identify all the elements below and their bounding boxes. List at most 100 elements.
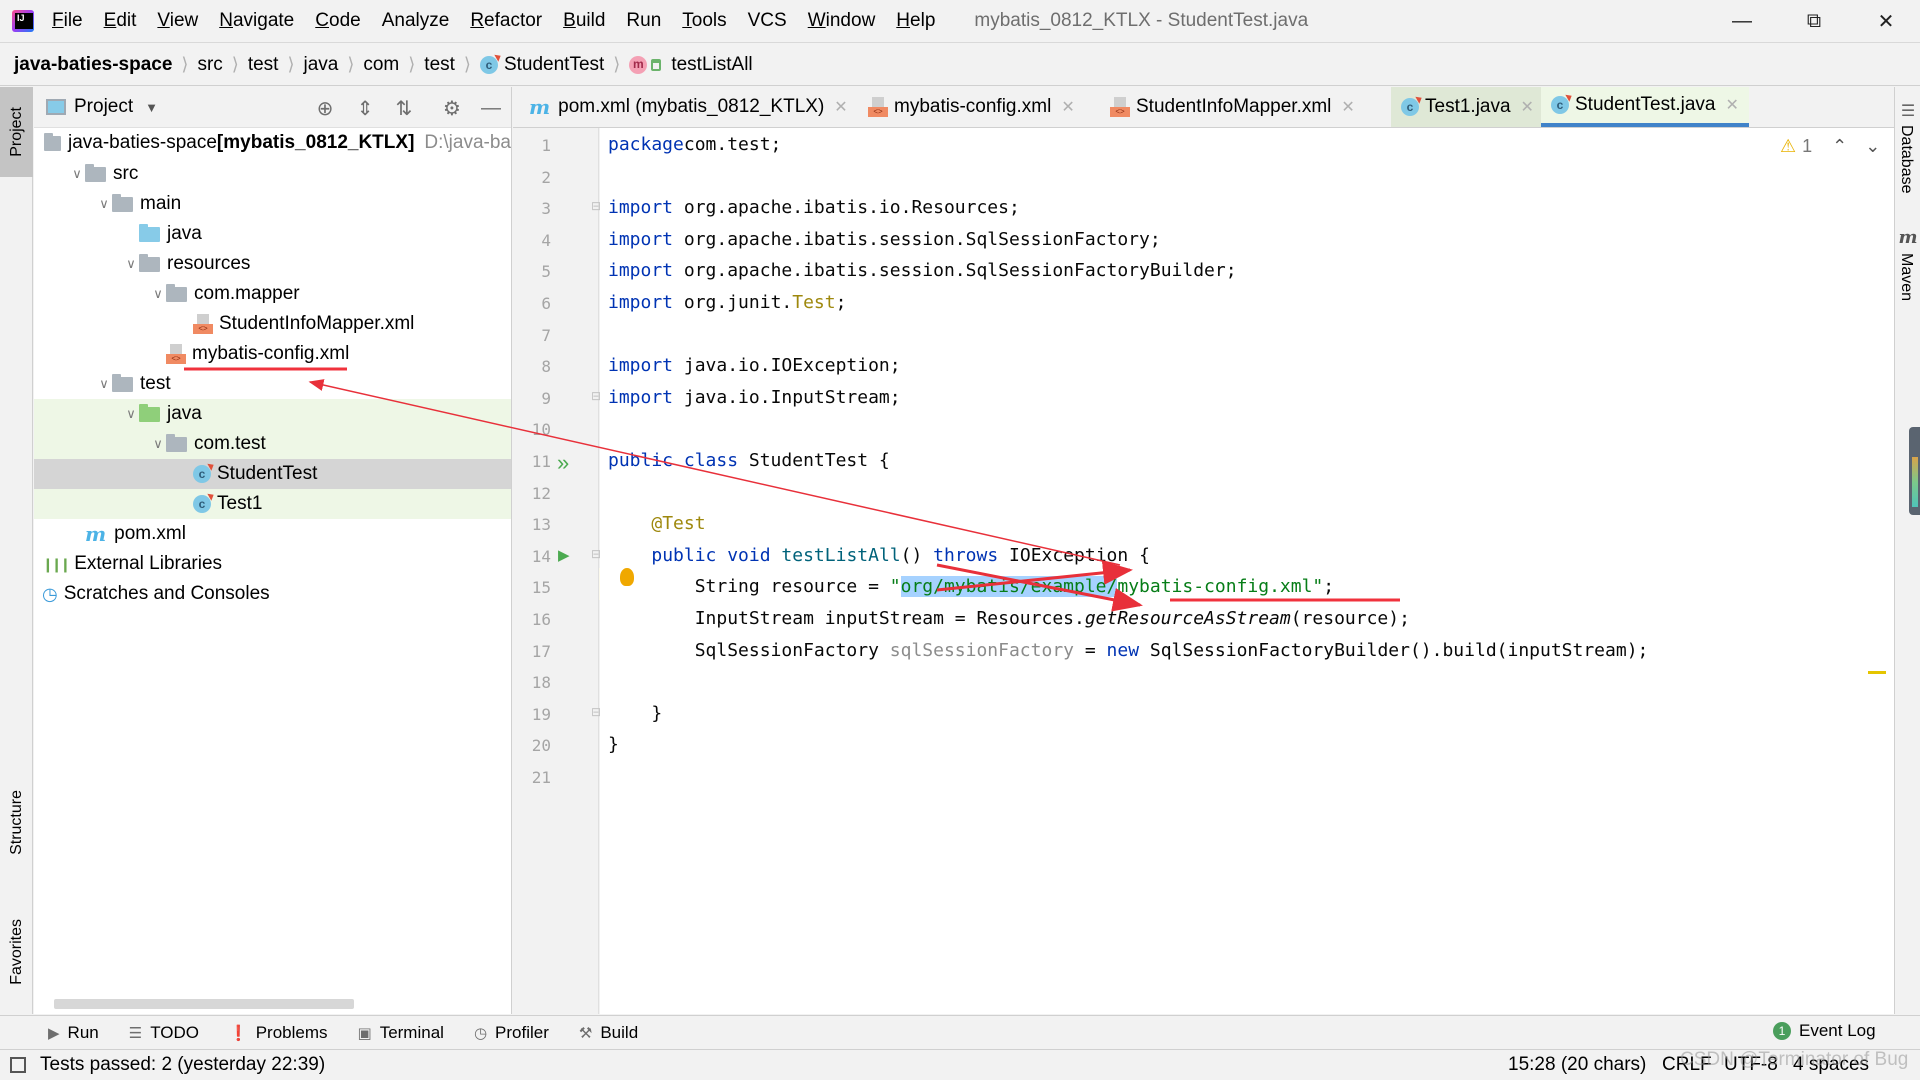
project-tool-tab[interactable]: Project [0,87,33,177]
tree-row[interactable]: c StudentTest [34,459,511,489]
breadcrumb-test-package[interactable]: test [424,54,455,76]
code-line[interactable]: SqlSessionFactory sqlSessionFactory = ne… [608,640,1649,661]
locate-file-icon[interactable]: ⊕ [312,95,338,121]
code-line[interactable]: } [608,703,662,724]
structure-tool-tab[interactable]: Structure [0,767,33,877]
breadcrumb-test[interactable]: test [248,54,279,76]
code-line[interactable]: import java.io.IOException; [608,355,901,376]
memory-indicator[interactable] [1909,427,1920,515]
close-button[interactable]: ✕ [1856,0,1916,43]
caret-position[interactable]: 15:28 (20 chars) [1508,1054,1646,1076]
breadcrumb-class[interactable]: c StudentTest [479,54,604,76]
restore-button[interactable]: ⧉ [1784,0,1844,43]
menu-build[interactable]: Build [563,10,605,32]
code-line[interactable]: import org.junit.Test; [608,292,846,313]
menu-file[interactable]: File [52,10,83,32]
tool-window-terminal[interactable]: ▣ Terminal [358,1023,444,1043]
menu-analyze[interactable]: Analyze [382,10,450,32]
menu-help[interactable]: Help [896,10,935,32]
code-line[interactable]: InputStream inputStream = Resources.getR… [608,608,1410,629]
close-tab-icon[interactable]: ✕ [1521,97,1534,117]
menu-tools[interactable]: Tools [682,10,726,32]
breadcrumb-src[interactable]: src [197,54,222,76]
warning-stripe-marker[interactable] [1868,671,1886,674]
database-tool-tab[interactable]: Database [1897,125,1915,194]
tree-row[interactable]: StudentInfoMapper.xml [34,309,511,339]
chevron-down-icon[interactable]: ∨ [96,196,112,212]
tree-row[interactable]: ∨ src [34,159,511,189]
menu-navigate[interactable]: Navigate [219,10,294,32]
tree-row[interactable]: ∨ test [34,369,511,399]
tree-row[interactable]: java [34,219,511,249]
tree-row[interactable]: c Test1 [34,489,511,519]
next-highlight-icon[interactable]: ⌄ [1865,136,1880,157]
breadcrumb-java[interactable]: java [303,54,338,76]
expand-all-icon[interactable]: ⇕ [352,95,378,121]
run-test-icon[interactable]: ▶ [558,546,570,564]
menu-refactor[interactable]: Refactor [470,10,542,32]
chevron-down-icon[interactable]: ∨ [150,286,166,302]
tool-window-problems[interactable]: ❗ Problems [229,1023,328,1043]
tool-window-build[interactable]: ⚒ Build [579,1023,638,1043]
editor-tab[interactable]: c Test1.java ✕ [1391,87,1544,127]
status-message[interactable]: Tests passed: 2 (yesterday 22:39) [40,1054,325,1076]
menu-view[interactable]: View [157,10,198,32]
run-class-icon[interactable]: » [557,450,569,476]
code-line[interactable]: import java.io.InputStream; [608,387,901,408]
tree-row[interactable]: mybatis-config.xml [34,339,511,369]
editor-tab[interactable]: mybatis-config.xml ✕ [858,87,1085,127]
tree-row[interactable]: ◷ Scratches and Consoles [34,579,511,609]
event-log-button[interactable]: 1 Event Log [1773,1021,1876,1041]
code-line[interactable]: String resource = "org/mybatis/example/m… [608,576,1334,598]
tree-row[interactable]: ❙❙❙ External Libraries [34,549,511,579]
tree-row[interactable]: ∨ java [34,399,511,429]
gear-icon[interactable]: ⚙ [439,95,465,121]
chevron-down-icon[interactable]: ∨ [150,436,166,452]
code-line[interactable]: import org.apache.ibatis.session.SqlSess… [608,260,1237,281]
editor-tab[interactable]: c StudentTest.java ✕ [1541,87,1749,127]
code-line[interactable]: packagecom.test; [608,134,781,155]
menu-window[interactable]: Window [808,10,876,32]
chevron-down-icon[interactable]: ∨ [123,406,139,422]
close-tab-icon[interactable]: ✕ [834,97,847,117]
tree-row[interactable]: ∨ com.mapper [34,279,511,309]
collapse-all-icon[interactable]: ⇅ [391,95,417,121]
menu-run[interactable]: Run [626,10,661,32]
code-line[interactable]: public class StudentTest { [608,450,890,471]
toggle-tool-windows-icon[interactable] [10,1057,26,1073]
project-view-title[interactable]: Project [74,96,133,118]
code-line[interactable]: import org.apache.ibatis.session.SqlSess… [608,229,1161,250]
code-line[interactable]: @Test [608,513,705,534]
previous-highlight-icon[interactable]: ⌃ [1832,136,1847,157]
tree-row[interactable]: ∨ main [34,189,511,219]
tree-row[interactable]: ∨ resources [34,249,511,279]
code-line[interactable]: } [608,734,619,755]
intention-bulb-icon[interactable] [620,568,634,586]
menu-code[interactable]: Code [315,10,360,32]
maven-tool-tab[interactable]: Maven [1897,253,1915,301]
menu-vcs[interactable]: VCS [748,10,787,32]
favorites-tool-tab[interactable]: Favorites [0,897,33,1007]
chevron-down-icon[interactable]: ▼ [145,100,158,115]
editor-tab[interactable]: StudentInfoMapper.xml ✕ [1100,87,1365,127]
editor-tab[interactable]: m pom.xml (mybatis_0812_KTLX) ✕ [519,87,858,127]
chevron-down-icon[interactable]: ∨ [69,166,85,182]
tool-window-run[interactable]: ▶ Run [48,1023,99,1043]
chevron-down-icon[interactable]: ∨ [96,376,112,392]
menu-edit[interactable]: Edit [104,10,137,32]
breadcrumb-project[interactable]: java-baties-space [14,54,172,76]
close-tab-icon[interactable]: ✕ [1061,97,1074,117]
inspection-widget[interactable]: ⚠ 1 ⌃ ⌄ [1780,136,1880,157]
minimize-button[interactable]: — [1712,0,1772,43]
horizontal-scrollbar[interactable] [54,999,354,1009]
tree-row-root[interactable]: java-baties-space [mybatis_0812_KTLX] D:\… [34,128,511,158]
tree-row[interactable]: ∨ com.test [34,429,511,459]
code-editor[interactable]: packagecom.test; import org.apache.ibatis… [600,128,1894,1014]
code-line[interactable]: import org.apache.ibatis.io.Resources; [608,197,1020,218]
tree-row[interactable]: m pom.xml [34,519,511,549]
chevron-down-icon[interactable]: ∨ [123,256,139,272]
close-tab-icon[interactable]: ✕ [1725,95,1738,115]
tool-window-todo[interactable]: ☰ TODO [129,1023,199,1043]
breadcrumb-method[interactable]: m testListAll [629,54,753,76]
close-tab-icon[interactable]: ✕ [1341,97,1354,117]
